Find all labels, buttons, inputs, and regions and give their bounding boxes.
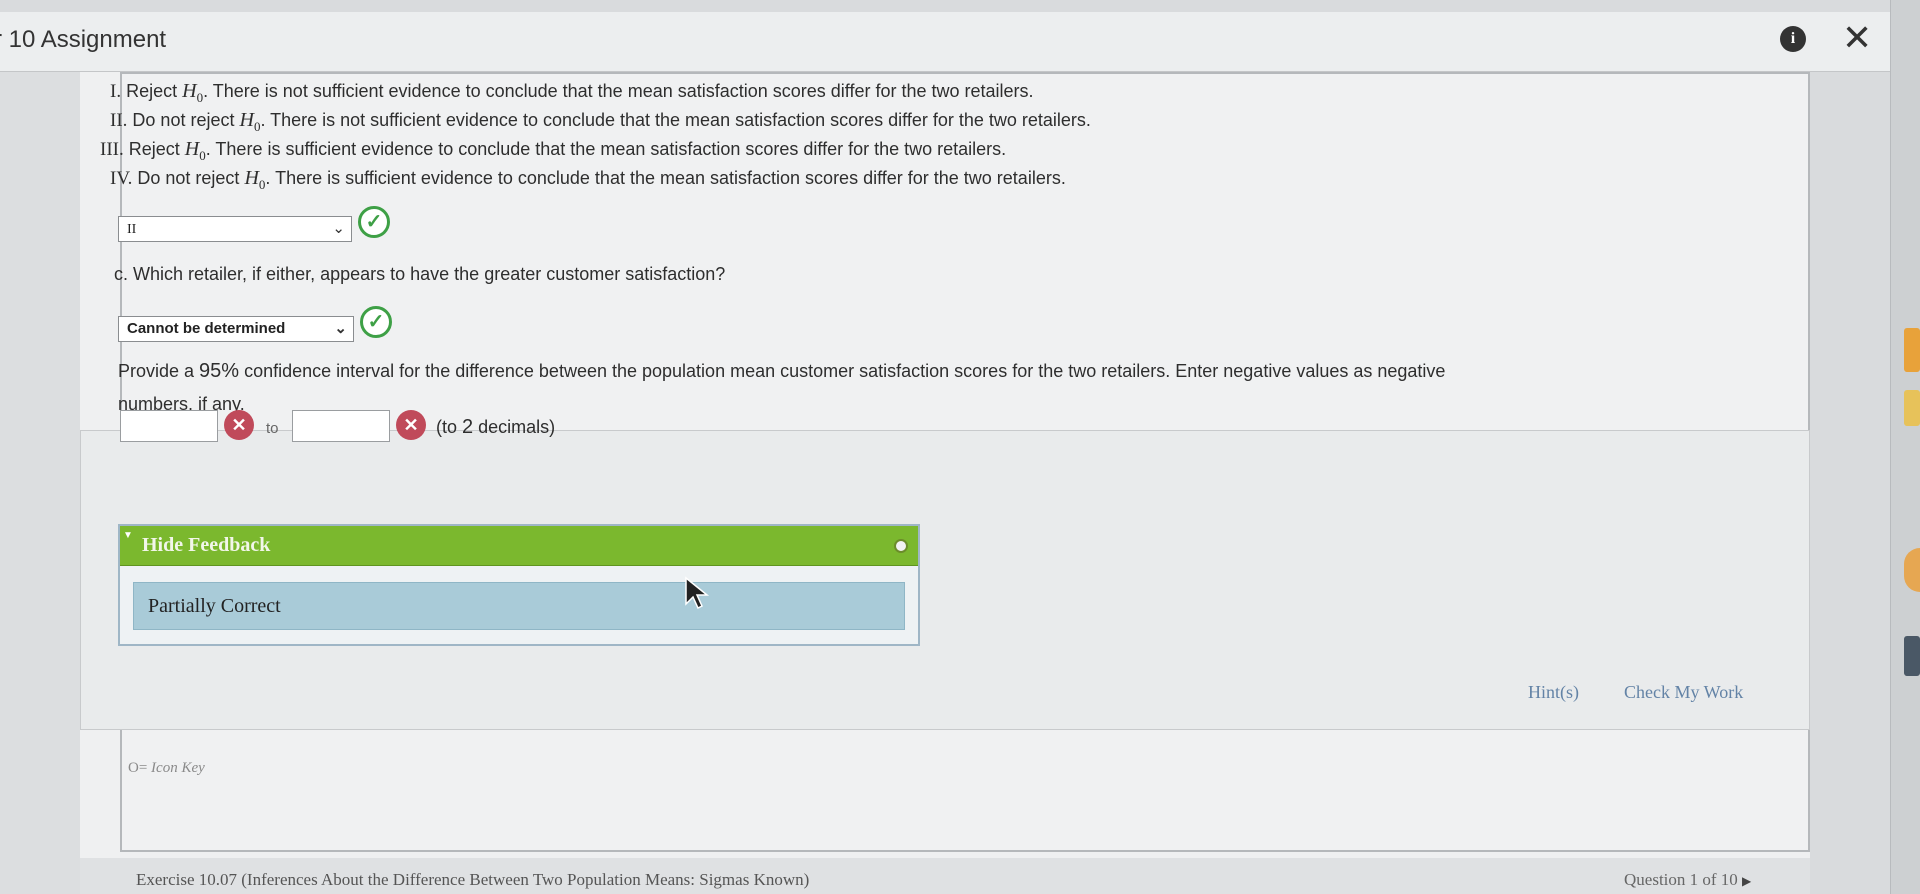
triangle-down-icon: ▼ [123, 530, 133, 541]
feedback-result: Partially Correct [133, 582, 905, 630]
question-c: c. Which retailer, if either, appears to… [114, 264, 726, 284]
feedback-panel: ▼ Hide Feedback Partially Correct [118, 524, 920, 646]
option-i: I. Reject H0. There is not sufficient ev… [110, 80, 1034, 105]
incorrect-x-icon: ✕ [224, 410, 254, 440]
correct-check-icon: ✓ [360, 306, 392, 338]
to-label: to [266, 420, 279, 437]
exercise-title: Exercise 10.07 (Inferences About the Dif… [136, 870, 810, 889]
hide-feedback-toggle[interactable]: ▼ Hide Feedback [120, 526, 918, 566]
left-margin [0, 72, 80, 894]
conclusion-select[interactable]: II ⌄ [118, 216, 352, 242]
background-window-edge [1890, 0, 1920, 894]
check-my-work-link[interactable]: Check My Work [1624, 682, 1743, 703]
info-icon[interactable]: i [1780, 26, 1806, 52]
hints-link[interactable]: Hint(s) [1528, 682, 1579, 703]
chevron-down-icon: ⌄ [332, 220, 345, 237]
option-ii: II. Do not reject H0. There is not suffi… [110, 109, 1091, 134]
ci-instructions: Provide a 95% confidence interval for th… [118, 360, 1446, 382]
option-iv: IV. Do not reject H0. There is sufficien… [110, 167, 1066, 192]
circle-icon [894, 539, 908, 553]
icon-key[interactable]: O= Icon Key [128, 760, 205, 777]
play-arrow-icon: ▶ [1742, 874, 1752, 888]
decimals-label: (to 2 decimals) [436, 416, 556, 438]
chevron-down-icon: ⌄ [334, 320, 347, 337]
retailer-select[interactable]: Cannot be determined ⌄ [118, 316, 354, 342]
assignment-title: r 10 Assignment [0, 26, 167, 53]
question-navigator[interactable]: Question 1 of 10 ▶ [1624, 870, 1751, 890]
background-tab-dark [1904, 636, 1920, 676]
background-tab-orange-2 [1904, 548, 1920, 592]
option-iii: III. Reject H0. There is sufficient evid… [100, 138, 1007, 163]
incorrect-x-icon: ✕ [396, 410, 426, 440]
mouse-pointer-icon [685, 576, 710, 610]
key-icon: O= [128, 760, 148, 776]
background-tab-orange [1904, 328, 1920, 372]
close-icon[interactable]: ✕ [1842, 18, 1872, 58]
title-bar [0, 12, 1890, 72]
background-tab-yellow [1904, 390, 1920, 426]
ci-lower-input[interactable] [120, 410, 218, 442]
ci-upper-input[interactable] [292, 410, 390, 442]
correct-check-icon: ✓ [358, 206, 390, 238]
